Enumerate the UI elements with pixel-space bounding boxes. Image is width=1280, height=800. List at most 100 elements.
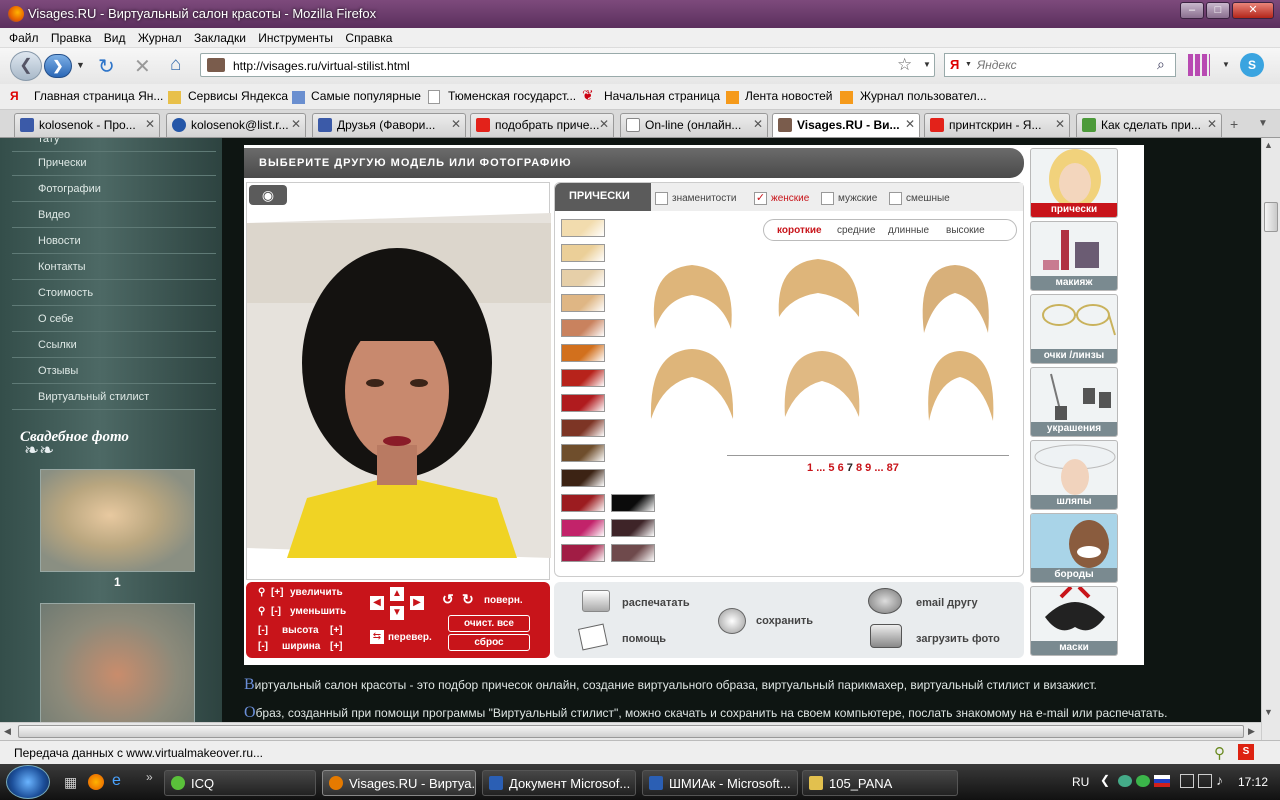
clock[interactable]: 17:12 [1238,775,1268,789]
skype-icon[interactable]: S [1240,53,1264,77]
reset-button[interactable]: сброс [448,634,530,651]
filter-checkbox-checked[interactable]: ✓ [754,192,767,205]
length-tall[interactable]: высокие [946,225,985,236]
sidebar-item-hairstyles[interactable]: Прически [12,152,216,176]
minimize-button[interactable]: – [1180,2,1204,19]
tray-app-icon[interactable] [1118,775,1132,787]
sidebar-item-tattoo[interactable]: тату [12,138,216,152]
page-link[interactable]: 6 [838,462,844,474]
sidebar-item-contacts[interactable]: Контакты [12,256,216,280]
arrow-right-icon[interactable]: ▶ [410,596,424,610]
arrow-up-icon[interactable]: ▲ [390,587,404,601]
choose-model-bar[interactable]: ВЫБЕРИТЕ ДРУГУЮ МОДЕЛЬ ИЛИ ФОТОГРАФИЮ [244,148,1024,178]
sidebar-item-reviews[interactable]: Отзывы [12,360,216,384]
email-friend-button[interactable]: email другу [916,597,978,609]
quicklaunch-icon[interactable]: ▦ [64,774,77,791]
hscroll-thumb[interactable] [18,725,1244,738]
home-icon[interactable]: ⌂ [170,54,181,76]
russian-flag-icon[interactable] [1154,775,1170,787]
email-friends-icon[interactable] [868,588,902,614]
quicklaunch-more-icon[interactable]: » [146,770,153,784]
save-disc-icon[interactable] [718,608,746,634]
tab[interactable]: Как сделать при... ✕ [1076,113,1222,137]
help-book-icon[interactable] [577,623,609,651]
menu-history[interactable]: Журнал [138,31,182,45]
apps-grid-icon[interactable] [1188,54,1210,76]
maximize-button[interactable]: □ [1206,2,1230,19]
scroll-up-icon[interactable]: ▲ [1264,140,1273,150]
tab-close-icon[interactable]: ✕ [905,117,915,131]
stop-icon[interactable]: ✕ [134,54,151,79]
filter-celebrities[interactable]: знаменитости [672,193,736,204]
bookmark-item[interactable]: Лента новостей [745,89,833,103]
sidebar-item-video[interactable]: Видео [12,204,216,228]
page-link[interactable]: 87 [887,462,899,474]
yandex-engine-icon[interactable]: Я [950,57,959,72]
hair-color-swatch[interactable] [561,444,605,462]
apps-dropdown-icon[interactable]: ▼ [1222,60,1230,69]
url-dropdown-icon[interactable]: ▼ [923,60,931,69]
back-button[interactable]: ❮ [10,51,42,81]
filter-checkbox[interactable] [889,192,902,205]
filter-men[interactable]: мужские [838,193,877,204]
tray-icq-icon[interactable] [1136,775,1150,787]
bookmark-item[interactable]: Главная страница Ян... [34,89,163,103]
tab[interactable]: kolosenok@list.r... ✕ [166,113,306,137]
hair-color-swatch[interactable] [561,544,605,562]
hair-color-swatch[interactable] [611,544,655,562]
filter-funny[interactable]: смешные [906,193,950,204]
page-link[interactable]: 8 [856,462,862,474]
hairstyle-option[interactable] [647,345,737,425]
hair-color-swatch[interactable] [561,319,605,337]
volume-icon[interactable]: ♪ [1216,772,1223,788]
length-medium[interactable]: средние [837,225,875,236]
sidebar-item-news[interactable]: Новости [12,230,216,254]
hairstyle-option[interactable] [915,345,1005,425]
hair-color-swatch[interactable] [561,269,605,287]
print-button[interactable]: распечатать [622,597,690,609]
hair-color-swatch[interactable] [561,519,605,537]
tab[interactable]: принтскрин - Я... ✕ [924,113,1070,137]
search-icon[interactable]: ⌕ [1157,56,1165,73]
tab-close-icon[interactable]: ✕ [1055,117,1065,131]
menu-help[interactable]: Справка [345,31,392,45]
menu-bookmarks[interactable]: Закладки [194,31,246,45]
task-word[interactable]: Документ Microsof... [482,770,636,796]
menu-tools[interactable]: Инструменты [258,31,333,45]
firefox-quicklaunch-icon[interactable] [88,774,104,790]
category-makeup[interactable]: макияж [1030,221,1118,291]
save-button[interactable]: сохранить [756,615,813,627]
menu-edit[interactable]: Правка [51,31,92,45]
sidebar-item-virtual-stylist[interactable]: Виртуальный стилист [12,386,216,410]
search-input[interactable] [977,57,1157,73]
task-word-2[interactable]: ШМИАк - Microsoft... [642,770,798,796]
scroll-down-icon[interactable]: ▼ [1264,707,1273,717]
length-long[interactable]: длинные [888,225,929,236]
clear-all-button[interactable]: очист. все [448,615,530,632]
tray-network-icon[interactable] [1180,774,1194,788]
tab-close-icon[interactable]: ✕ [145,117,155,131]
bookmark-item[interactable]: Журнал пользовател... [860,89,987,103]
horizontal-scrollbar[interactable]: ◀ ▶ [0,722,1261,740]
scroll-right-icon[interactable]: ▶ [1248,726,1255,737]
hairstyle-option[interactable] [647,259,737,339]
category-masks[interactable]: маски [1030,586,1118,656]
filter-checkbox[interactable] [655,192,668,205]
tab-close-icon[interactable]: ✕ [599,117,609,131]
tray-monitor-icon[interactable] [1198,774,1212,788]
hairstyle-option[interactable] [910,259,1000,339]
tab-list-icon[interactable]: ▼ [1258,118,1268,129]
bookmark-item[interactable]: Самые популярные [311,89,421,103]
flip-button[interactable]: перевер. [388,632,432,643]
tab-close-icon[interactable]: ✕ [451,117,461,131]
tab[interactable]: подобрать приче... ✕ [470,113,614,137]
hair-color-swatch[interactable] [561,419,605,437]
tray-expand-icon[interactable]: ❮ [1100,773,1110,787]
camera-icon[interactable] [870,624,902,648]
bookmark-star-icon[interactable]: ☆ [897,55,912,75]
length-short[interactable]: короткие [777,225,822,236]
scroll-left-icon[interactable]: ◀ [4,726,11,737]
tab-active[interactable]: Visages.RU - Ви... ✕ [772,113,920,137]
url-bar[interactable]: http://visages.ru/virtual-stilist.html ☆… [200,53,935,77]
category-jewelry[interactable]: украшения [1030,367,1118,437]
